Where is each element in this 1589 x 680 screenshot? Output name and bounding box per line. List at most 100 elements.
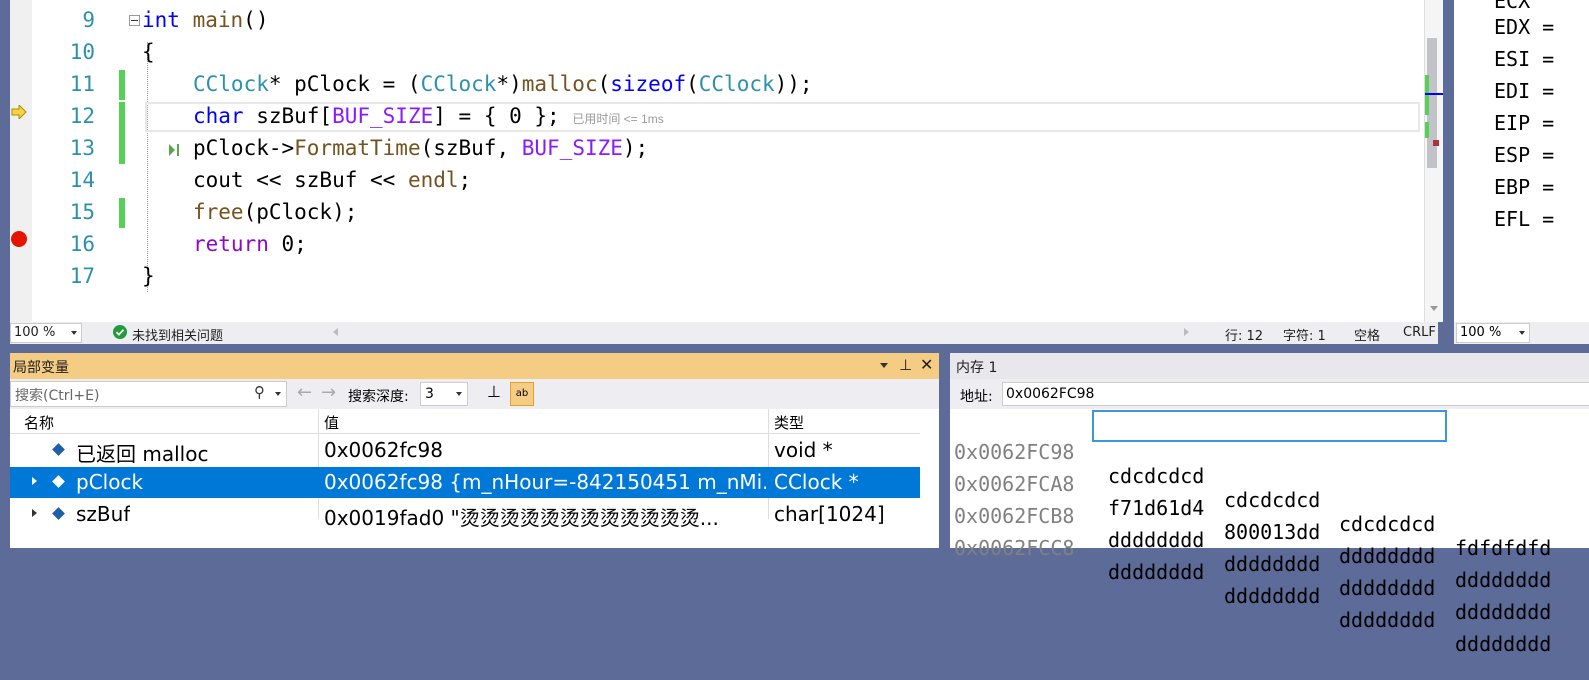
- breakpoint-icon[interactable]: [11, 231, 27, 247]
- search-depth-label: 搜索深度:: [348, 389, 409, 405]
- register-ebp: EBP =: [1494, 175, 1555, 199]
- scroll-right-arrow-icon[interactable]: [1184, 328, 1189, 336]
- pin-column-icon[interactable]: ⊥: [487, 382, 501, 401]
- address-label: 地址:: [960, 389, 993, 405]
- search-box[interactable]: 搜索(Ctrl+E) ⚲: [10, 381, 287, 407]
- close-icon[interactable]: ✕: [920, 355, 933, 374]
- expand-arrow-icon[interactable]: [32, 477, 37, 485]
- code-token: int: [142, 8, 180, 32]
- variable-type: char[1024]: [774, 502, 885, 526]
- chevron-down-icon: [1519, 331, 1525, 335]
- memory-window[interactable]: 内存 1 地址: 0x0062FC98 0x0062FC98 cdcdcdcd …: [950, 353, 1589, 656]
- chevron-down-icon[interactable]: [275, 392, 281, 396]
- back-arrow-icon[interactable]: ←: [297, 382, 312, 403]
- register-edi: EDI =: [1494, 79, 1555, 103]
- locals-header: 名称 值 类型: [10, 409, 920, 519]
- zoom-dropdown[interactable]: 100 %: [10, 323, 82, 343]
- registers-window[interactable]: ECX EDX = ESI = EDI = EIP = ESP = EBP = …: [1454, 0, 1589, 322]
- registers-zoom-dropdown[interactable]: 100 %: [1456, 323, 1530, 343]
- change-marker: [119, 102, 125, 164]
- line-indicator[interactable]: 行: 12: [1225, 325, 1263, 344]
- search-input[interactable]: 搜索(Ctrl+E): [15, 385, 99, 405]
- search-depth-dropdown[interactable]: 3: [420, 382, 468, 406]
- run-to-click-icon[interactable]: [168, 142, 180, 156]
- memory-value[interactable]: cdcdcdcd: [1224, 488, 1320, 512]
- search-icon: ⚲: [254, 383, 265, 401]
- collapse-icon[interactable]: [129, 15, 140, 26]
- whitespace-indicator[interactable]: 空格: [1354, 325, 1380, 344]
- elapsed-time-hint: 已用时间 <= 1ms: [572, 112, 664, 126]
- memory-row[interactable]: 0x0062FCC8 dddddddd dddddddd dddddddd dd…: [950, 512, 1551, 680]
- code-line[interactable]: int main(): [142, 8, 268, 32]
- column-header-name[interactable]: 名称: [24, 412, 54, 433]
- zoom-value: 100 %: [14, 325, 56, 340]
- memory-selection-box: [1092, 410, 1447, 442]
- locals-title-bar[interactable]: 局部变量 ⊥ ✕: [10, 353, 939, 379]
- column-header-type[interactable]: 类型: [774, 412, 804, 433]
- code-line[interactable]: {: [142, 40, 155, 64]
- dropdown-arrow-icon[interactable]: [880, 363, 888, 368]
- scope-guide: [147, 42, 148, 292]
- memory-value[interactable]: dddddddd: [1108, 528, 1204, 552]
- memory-value[interactable]: dddddddd: [1339, 608, 1435, 632]
- locals-row[interactable]: 已返回 malloc 0x0062fc98 void *: [10, 435, 920, 466]
- memory-value[interactable]: dddddddd: [1455, 632, 1551, 656]
- register-eip: EIP =: [1494, 111, 1555, 135]
- code-token: free: [193, 200, 244, 224]
- scroll-left-arrow-icon[interactable]: [333, 328, 338, 336]
- registers-status-bar: 100 %: [1454, 322, 1589, 344]
- memory-value[interactable]: cdcdcdcd: [1108, 464, 1204, 488]
- line-number: 11: [69, 72, 95, 96]
- memory-value[interactable]: fdfdfdfd: [1455, 536, 1551, 560]
- code-token: CClock: [698, 72, 775, 96]
- search-depth-value: 3: [425, 386, 434, 402]
- view-as-text-icon[interactable]: ab: [510, 382, 534, 406]
- pin-icon[interactable]: ⊥: [899, 356, 912, 374]
- memory-value[interactable]: dddddddd: [1339, 576, 1435, 600]
- memory-value[interactable]: dddddddd: [1455, 568, 1551, 592]
- memory-address-bar: 地址: 0x0062FC98: [950, 379, 1589, 409]
- variable-icon: [52, 507, 65, 520]
- expand-arrow-icon[interactable]: [32, 509, 37, 517]
- code-line[interactable]: pClock->FormatTime(szBuf, BUF_SIZE);: [193, 136, 648, 160]
- code-line[interactable]: char szBuf[BUF_SIZE] = { 0 }; 已用时间 <= 1m…: [193, 104, 664, 128]
- editor-status-bar: 100 % 未找到相关问题 行: 12 字符: 1 空格 CRLF: [10, 322, 1438, 344]
- code-token: ));: [774, 72, 813, 96]
- locals-row[interactable]: szBuf 0x0019fad0 "烫烫烫烫烫烫烫烫烫烫烫烫... char[1…: [10, 499, 920, 530]
- code-line[interactable]: CClock* pClock = (CClock*)malloc(sizeof(…: [193, 72, 813, 96]
- memory-value[interactable]: 800013dd: [1224, 520, 1320, 544]
- memory-value[interactable]: dddddddd: [1224, 552, 1320, 576]
- code-line[interactable]: cout << szBuf << endl;: [193, 168, 471, 192]
- register-esp: ESP =: [1494, 143, 1555, 167]
- memory-value[interactable]: dddddddd: [1224, 584, 1320, 608]
- line-ending-indicator[interactable]: CRLF: [1403, 325, 1436, 340]
- variable-value[interactable]: 0x0062fc98: [324, 438, 764, 462]
- address-input[interactable]: 0x0062FC98: [1002, 382, 1589, 406]
- forward-arrow-icon[interactable]: →: [321, 382, 336, 403]
- scroll-down-arrow-icon[interactable]: [1430, 306, 1438, 311]
- variable-icon: [52, 475, 65, 488]
- memory-value[interactable]: cdcdcdcd: [1339, 512, 1435, 536]
- code-editor[interactable]: [10, 0, 1438, 322]
- editor-vertical-scrollbar[interactable]: [1424, 0, 1443, 322]
- column-header-value[interactable]: 值: [324, 412, 339, 433]
- memory-value[interactable]: dddddddd: [1455, 600, 1551, 624]
- code-token: main: [192, 8, 244, 32]
- variable-value[interactable]: 0x0062fc98 {m_nHour=-842150451 m_nMi...: [324, 470, 766, 494]
- code-token: malloc: [521, 72, 598, 96]
- chevron-down-icon: [456, 392, 462, 396]
- breakpoint-gutter[interactable]: [10, 0, 32, 322]
- memory-value[interactable]: f71d61d4: [1108, 496, 1204, 520]
- column-indicator[interactable]: 字符: 1: [1283, 325, 1326, 344]
- memory-value[interactable]: dddddddd: [1108, 560, 1204, 584]
- line-number: 13: [69, 136, 95, 160]
- chevron-down-icon: [71, 331, 77, 335]
- memory-title-bar[interactable]: 内存 1: [950, 353, 1589, 379]
- code-line[interactable]: }: [142, 264, 155, 288]
- locals-window[interactable]: 局部变量 ⊥ ✕ 搜索(Ctrl+E) ⚲ ← → 搜索深度: 3 ⊥ ab 名…: [10, 353, 939, 548]
- locals-row[interactable]: pClock 0x0062fc98 {m_nHour=-842150451 m_…: [10, 467, 920, 498]
- code-line[interactable]: free(pClock);: [193, 200, 357, 224]
- variable-value[interactable]: 0x0019fad0 "烫烫烫烫烫烫烫烫烫烫烫烫...: [324, 502, 766, 531]
- code-line[interactable]: return 0;: [193, 232, 307, 256]
- issues-status[interactable]: 未找到相关问题: [132, 325, 223, 344]
